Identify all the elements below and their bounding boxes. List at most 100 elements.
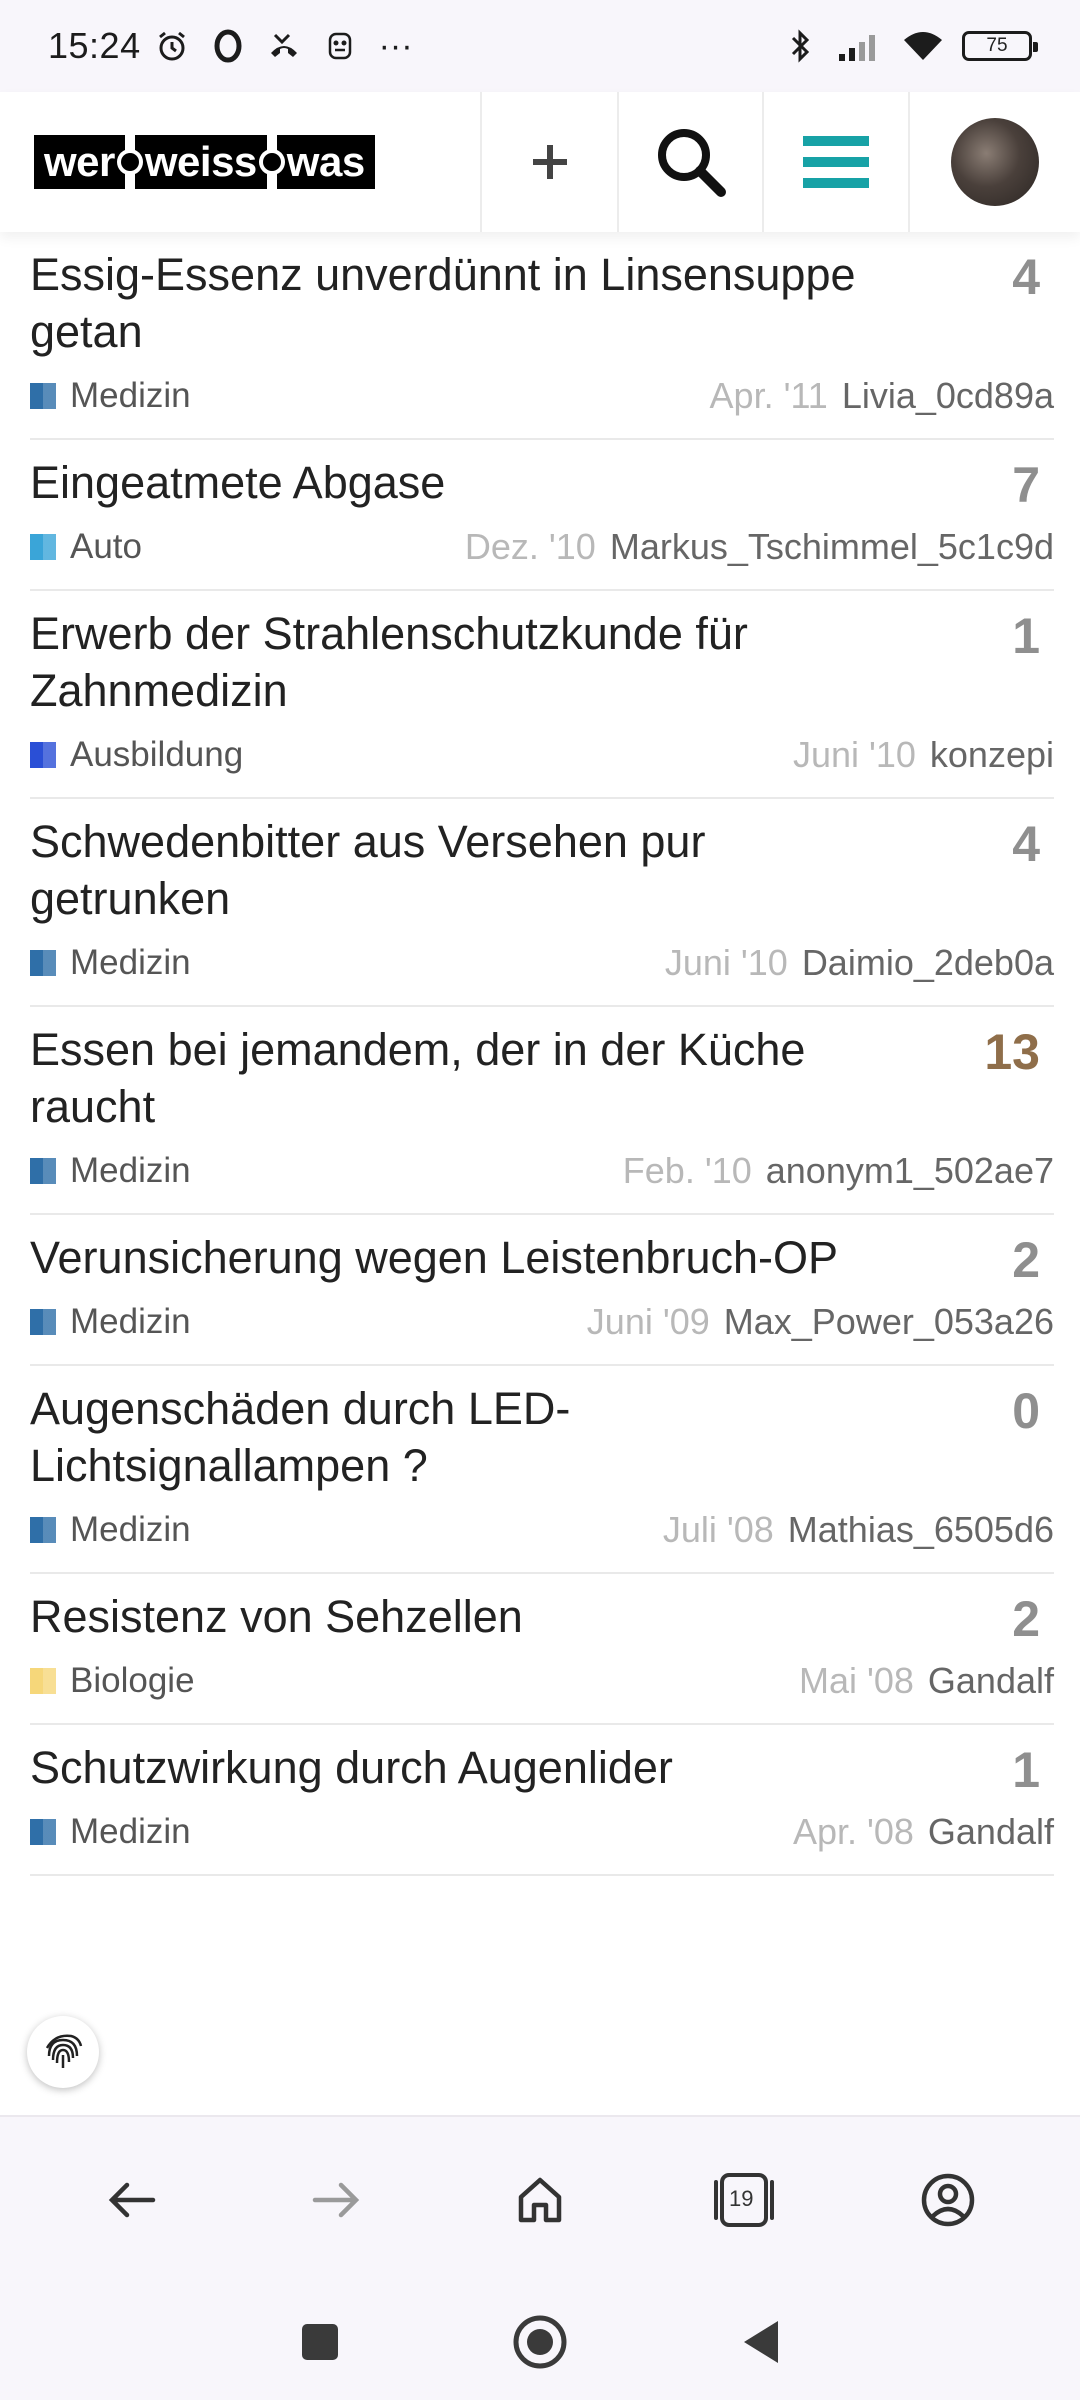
- category-badge-icon: [30, 1309, 56, 1335]
- square-icon: [302, 2323, 338, 2360]
- topic-row[interactable]: Verunsicherung wegen Leistenbruch-OP 2 Med…: [30, 1215, 1054, 1366]
- reply-count[interactable]: 2: [1012, 1231, 1040, 1289]
- reply-count[interactable]: 4: [1012, 248, 1040, 306]
- status-time: 15:24: [48, 25, 141, 66]
- topic-meta: Biologie Mai '08 Gandalf: [30, 1660, 1054, 1702]
- topic-row[interactable]: Schwedenbitter aus Versehen pur getrunke…: [30, 799, 1054, 1007]
- reply-count[interactable]: 13: [984, 1023, 1040, 1081]
- reply-count[interactable]: 1: [1012, 607, 1040, 665]
- opera-icon: [211, 29, 245, 63]
- topic-title[interactable]: Augenschäden durch LED-Lichtsignallampen…: [30, 1380, 890, 1494]
- topic-date: Mai '08: [798, 1660, 914, 1701]
- circle-icon: [513, 2315, 567, 2368]
- topic-title[interactable]: Eingeatmete Abgase: [30, 454, 890, 511]
- category-link[interactable]: Medizin: [70, 1151, 191, 1191]
- search-button[interactable]: [619, 92, 764, 232]
- category-link[interactable]: Medizin: [70, 943, 191, 983]
- tab-count: 19: [729, 2186, 754, 2211]
- triangle-back-icon: [744, 2320, 778, 2363]
- topic-date: Dez. '10: [464, 526, 596, 567]
- topic-author[interactable]: konzepi: [930, 734, 1054, 776]
- topic-row[interactable]: Erwerb der Strahlenschutzkunde für Zahnm…: [30, 591, 1054, 799]
- system-navigation-bar: [0, 2283, 1080, 2400]
- logo-word-1: wer: [34, 135, 125, 189]
- recents-button[interactable]: [290, 2312, 350, 2372]
- topic-meta: Medizin Juni '09 Max_Power_053a26: [30, 1301, 1054, 1343]
- reply-count[interactable]: 0: [1012, 1382, 1040, 1440]
- topic-meta: Medizin Juli '08 Mathias_6505d6: [30, 1509, 1054, 1551]
- category-link[interactable]: Medizin: [70, 376, 191, 416]
- more-notifications-icon: ···: [378, 26, 413, 65]
- arrow-right-icon: [312, 2182, 360, 2218]
- topic-date: Apr. '08: [792, 1811, 914, 1852]
- logo-dot: [120, 153, 139, 171]
- logo-word-3: was: [276, 135, 375, 189]
- tabs-button[interactable]: 19: [684, 2140, 804, 2260]
- topic-title[interactable]: Resistenz von Sehzellen: [30, 1588, 890, 1645]
- category-link[interactable]: Auto: [70, 527, 142, 567]
- new-topic-button[interactable]: [482, 92, 619, 232]
- category-link[interactable]: Biologie: [70, 1661, 195, 1701]
- system-back-button[interactable]: [730, 2312, 790, 2372]
- account-button[interactable]: [888, 2140, 1008, 2260]
- battery-icon: 75: [962, 31, 1038, 61]
- topic-author[interactable]: Gandalf: [928, 1811, 1054, 1853]
- category-link[interactable]: Ausbildung: [70, 735, 243, 775]
- category-badge-icon: [30, 950, 56, 976]
- menu-button[interactable]: [764, 92, 910, 232]
- topic-author[interactable]: anonym1_502ae7: [766, 1150, 1054, 1192]
- topic-title[interactable]: Essen bei jemandem, der in der Küche rau…: [30, 1021, 890, 1135]
- fingerprint-icon: [45, 2034, 83, 2068]
- category-badge-icon: [30, 534, 56, 560]
- topic-row[interactable]: Essig-Essenz unverdünnt in Linsensuppe g…: [30, 232, 1054, 440]
- topic-author[interactable]: Markus_Tschimmel_5c1c9d: [610, 526, 1054, 568]
- topic-author[interactable]: Gandalf: [928, 1660, 1054, 1702]
- topic-author[interactable]: Mathias_6505d6: [788, 1509, 1054, 1551]
- topic-list: Essig-Essenz unverdünnt in Linsensuppe g…: [30, 232, 1054, 1876]
- topic-title[interactable]: Schwedenbitter aus Versehen pur getrunke…: [30, 813, 890, 927]
- system-home-button[interactable]: [510, 2312, 570, 2372]
- search-icon: [657, 129, 726, 197]
- home-icon: [518, 2177, 562, 2223]
- topic-date: Apr. '11: [709, 375, 828, 416]
- fingerprint-button[interactable]: [27, 2016, 99, 2088]
- user-menu-button[interactable]: [910, 92, 1080, 232]
- arrow-left-icon: [108, 2182, 156, 2218]
- account-circle-icon: [921, 2173, 975, 2227]
- category-link[interactable]: Medizin: [70, 1510, 191, 1550]
- topic-meta: Medizin Apr. '08 Gandalf: [30, 1811, 1054, 1853]
- topic-row[interactable]: Schutzwirkung durch Augenlider 1 Medizin Ap…: [30, 1725, 1054, 1876]
- category-link[interactable]: Medizin: [70, 1302, 191, 1342]
- topic-title[interactable]: Essig-Essenz unverdünnt in Linsensuppe g…: [30, 246, 890, 360]
- topic-row[interactable]: Essen bei jemandem, der in der Küche rau…: [30, 1007, 1054, 1215]
- topic-author[interactable]: Livia_0cd89a: [842, 375, 1054, 417]
- topic-date: Juni '10: [792, 734, 916, 775]
- reply-count[interactable]: 7: [1012, 456, 1040, 514]
- topic-author[interactable]: Daimio_2deb0a: [802, 942, 1054, 984]
- topic-title[interactable]: Schutzwirkung durch Augenlider: [30, 1739, 890, 1796]
- topic-row[interactable]: Augenschäden durch LED-Lichtsignallampen…: [30, 1366, 1054, 1574]
- topic-row[interactable]: Eingeatmete Abgase 7 Auto Dez. '10 Markus_Ts…: [30, 440, 1054, 591]
- back-button[interactable]: [72, 2140, 192, 2260]
- topic-author[interactable]: Max_Power_053a26: [724, 1301, 1054, 1343]
- category-badge-icon: [30, 1158, 56, 1184]
- reply-count[interactable]: 4: [1012, 815, 1040, 873]
- topic-date: Juli '08: [662, 1509, 774, 1550]
- topic-title[interactable]: Verunsicherung wegen Leistenbruch-OP: [30, 1229, 890, 1286]
- topic-title[interactable]: Erwerb der Strahlenschutzkunde für Zahnm…: [30, 605, 890, 719]
- category-link[interactable]: Medizin: [70, 1812, 191, 1852]
- category-badge-icon: [30, 383, 56, 409]
- site-header: wer weiss was: [0, 92, 1080, 232]
- reply-count[interactable]: 2: [1012, 1590, 1040, 1648]
- forward-button[interactable]: [276, 2140, 396, 2260]
- plus-icon: [532, 145, 567, 179]
- home-button[interactable]: [480, 2140, 600, 2260]
- topic-date: Juni '10: [664, 942, 788, 983]
- topic-row[interactable]: Resistenz von Sehzellen 2 Biologie Mai '08 G…: [30, 1574, 1054, 1725]
- reply-count[interactable]: 1: [1012, 1741, 1040, 1799]
- avatar: [951, 118, 1039, 206]
- site-logo-link[interactable]: wer weiss was: [0, 92, 482, 232]
- alarm-icon: [155, 29, 189, 63]
- topic-date: Juni '09: [586, 1301, 710, 1342]
- battery-level: 75: [986, 35, 1008, 56]
